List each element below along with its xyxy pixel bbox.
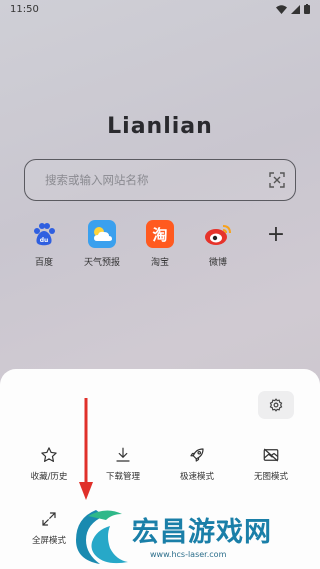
red-arrow-icon	[79, 398, 93, 500]
fullscreen-icon	[42, 512, 56, 526]
search-input[interactable]: 搜索或输入网站名称	[24, 159, 296, 201]
status-bar: 11:50	[0, 0, 320, 18]
shortcut-weather[interactable]: 天气预报	[78, 220, 126, 268]
shortcut-baidu[interactable]: du 百度	[20, 220, 68, 268]
download-icon	[116, 447, 130, 462]
battery-icon	[304, 4, 310, 14]
search-placeholder: 搜索或输入网站名称	[45, 173, 149, 187]
taobao-icon: 淘	[146, 220, 174, 248]
add-shortcut-button[interactable]: +	[252, 220, 300, 268]
menu-label: 全屏模式	[31, 536, 66, 546]
menu-item-speed-mode[interactable]: 极速模式	[160, 446, 234, 482]
weibo-icon	[204, 220, 232, 248]
shortcut-label: 百度	[34, 258, 53, 268]
watermark-logo	[76, 510, 128, 564]
shortcut-taobao[interactable]: 淘 淘宝	[136, 220, 184, 268]
menu-item-favorites-history[interactable]: 收藏/历史	[12, 446, 86, 482]
menu-item-no-image-mode[interactable]: 无图模式	[234, 446, 308, 482]
menu-label: 极速模式	[179, 472, 214, 482]
menu-label: 下载管理	[105, 472, 140, 482]
settings-button[interactable]	[258, 391, 294, 419]
menu-row-1: 收藏/历史 下载管理 极速模式 无图模式	[12, 446, 308, 482]
status-time: 11:50	[10, 3, 39, 15]
menu-item-downloads[interactable]: 下载管理	[86, 446, 160, 482]
watermark-url: www.hcs-laser.com	[150, 550, 227, 559]
app-logo: Lianlian	[107, 114, 213, 139]
wifi-icon	[276, 4, 287, 14]
no-image-icon	[263, 448, 279, 462]
shortcut-label: 微博	[208, 258, 227, 268]
shortcut-label: 天气预报	[83, 258, 120, 268]
rocket-icon	[190, 448, 204, 462]
add-icon: +	[266, 221, 286, 247]
shortcut-label: 淘宝	[150, 258, 169, 268]
svg-text:du: du	[40, 237, 49, 244]
baidu-icon: du	[30, 220, 58, 248]
gear-icon	[269, 398, 283, 412]
menu-label: 收藏/历史	[30, 472, 68, 482]
shortcut-weibo[interactable]: 微博	[194, 220, 242, 268]
watermark: 宏昌游戏网 www.hcs-laser.com	[66, 502, 320, 569]
status-icons	[276, 4, 310, 14]
watermark-title: 宏昌游戏网	[132, 517, 272, 548]
shortcut-grid: du 百度 天气预报 淘 淘宝 微博 +	[20, 220, 300, 268]
star-icon	[41, 447, 57, 462]
scan-icon[interactable]	[269, 172, 285, 188]
signal-icon	[291, 4, 300, 14]
menu-label: 无图模式	[253, 472, 288, 482]
weather-icon	[88, 220, 116, 248]
